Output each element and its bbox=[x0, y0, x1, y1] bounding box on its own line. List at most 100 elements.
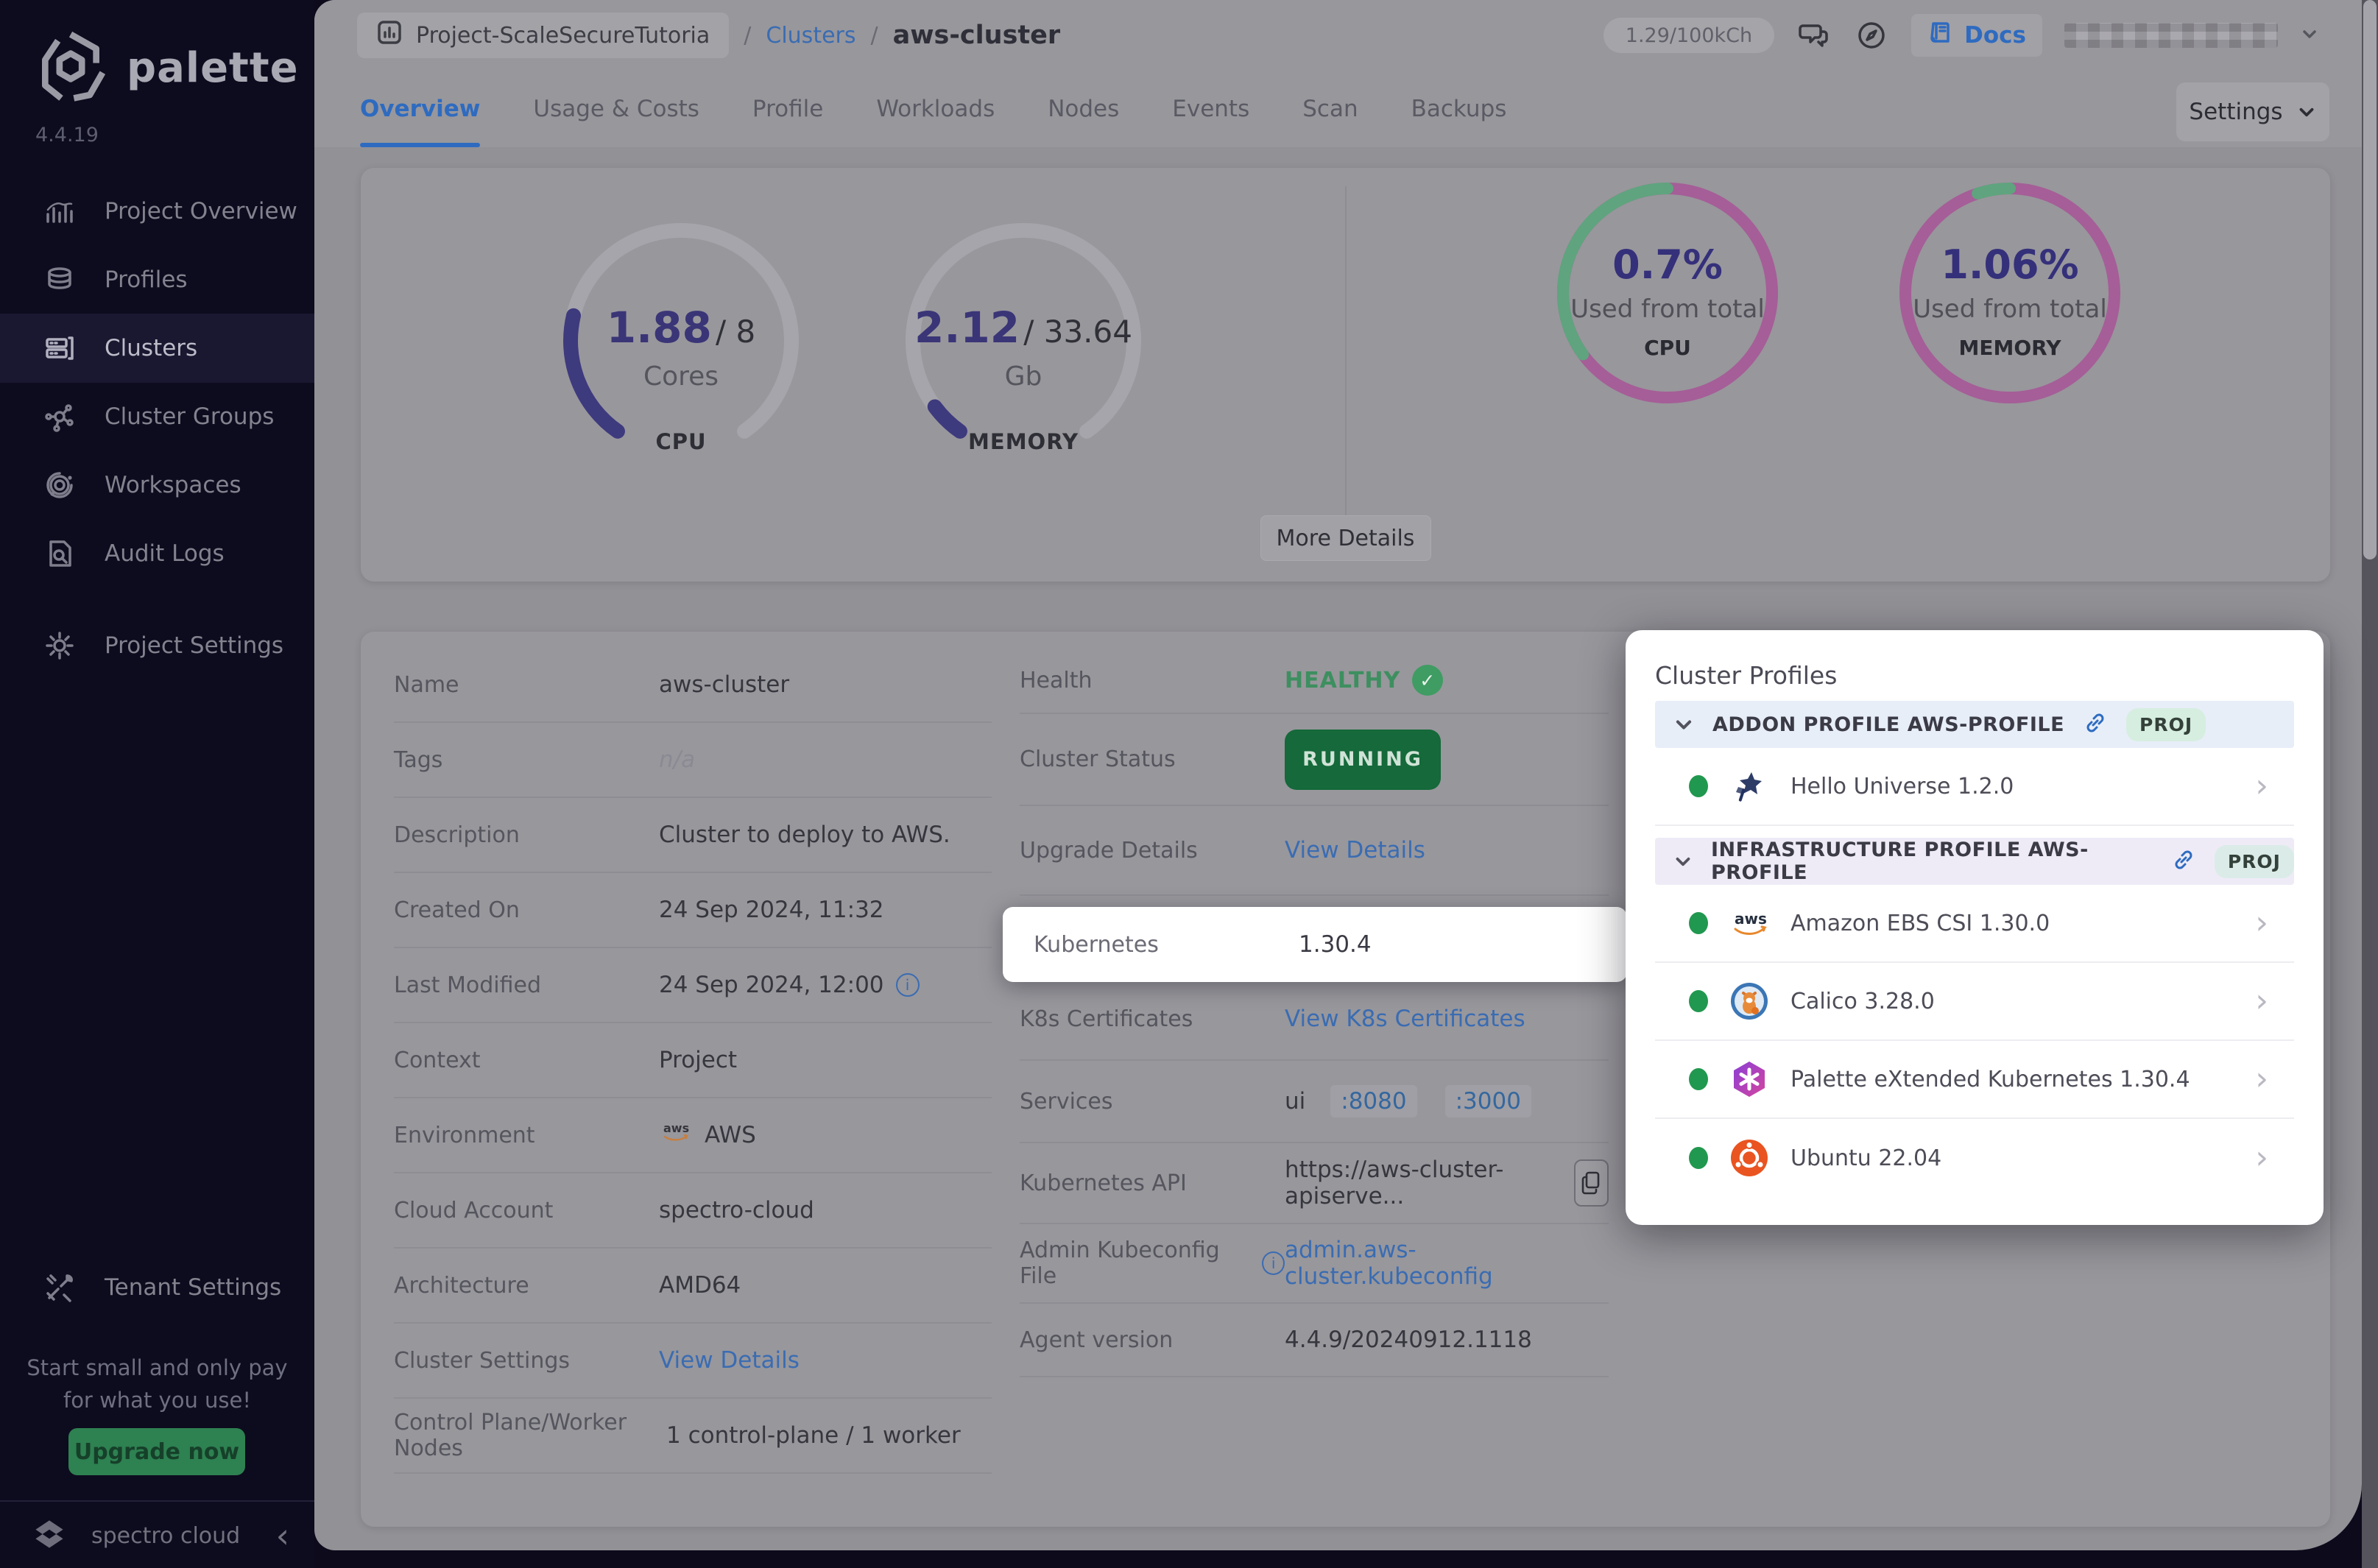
memory-donut-percent: 1.06% bbox=[1941, 241, 2079, 288]
layers-icon bbox=[43, 263, 77, 297]
status-dot bbox=[1689, 912, 1708, 934]
profile-layer-palette-extended-kubernetes[interactable]: Palette eXtended Kubernetes 1.30.4 › bbox=[1655, 1041, 2294, 1119]
chevron-right-icon[interactable]: › bbox=[2255, 907, 2268, 939]
row-label: Tags bbox=[394, 746, 443, 773]
chevron-right-icon[interactable]: › bbox=[2255, 985, 2268, 1017]
row-label: Context bbox=[394, 1047, 481, 1073]
more-details-button[interactable]: More Details bbox=[1260, 515, 1431, 561]
health-status-text: HEALTHY bbox=[1285, 667, 1401, 693]
detail-row-agent-version: Agent version 4.4.9/20240912.1118 bbox=[1020, 1304, 1609, 1377]
tab-backups[interactable]: Backups bbox=[1411, 71, 1507, 147]
view-k8s-certificates-link[interactable]: View K8s Certificates bbox=[1285, 1006, 1525, 1032]
breadcrumb-project-name: Project-ScaleSecureTutoria bbox=[416, 22, 710, 49]
status-badge: RUNNING bbox=[1285, 729, 1441, 790]
chevron-right-icon[interactable]: › bbox=[2255, 770, 2268, 802]
cluster-profiles-panel: Cluster Profiles ADDON PROFILE AWS-PROFI… bbox=[1626, 630, 2324, 1225]
row-label: Environment bbox=[394, 1122, 535, 1148]
addon-profile-header[interactable]: ADDON PROFILE AWS-PROFILE PROJ bbox=[1655, 701, 2294, 748]
info-icon[interactable]: i bbox=[1262, 1251, 1285, 1275]
cpu-donut-percent: 0.7% bbox=[1612, 241, 1723, 288]
row-value: aws-cluster bbox=[659, 671, 790, 698]
tab-nodes[interactable]: Nodes bbox=[1048, 71, 1119, 147]
tab-events[interactable]: Events bbox=[1172, 71, 1249, 147]
detail-row-kubeconfig: Admin Kubeconfig File i admin.aws-cluste… bbox=[1020, 1224, 1609, 1304]
memory-gauge: 2.12 / 33.64 Gb MEMORY bbox=[891, 208, 1156, 473]
row-label: Architecture bbox=[394, 1272, 529, 1299]
sidebar-item-workspaces[interactable]: Workspaces bbox=[0, 451, 314, 520]
breadcrumb-project-pill[interactable]: Project-ScaleSecureTutoria bbox=[357, 13, 730, 58]
upgrade-view-details-link[interactable]: View Details bbox=[1285, 837, 1425, 864]
docs-button[interactable]: Docs bbox=[1911, 14, 2042, 57]
row-value: n/a bbox=[659, 746, 696, 773]
user-menu-chevron-icon[interactable] bbox=[2300, 24, 2319, 46]
profile-layer-amazon-ebs-csi[interactable]: aws Amazon EBS CSI 1.30.0 › bbox=[1655, 885, 2294, 963]
tab-scan[interactable]: Scan bbox=[1302, 71, 1358, 147]
kubernetes-version-spotlight-row[interactable]: Kubernetes 1.30.4 bbox=[1003, 907, 1627, 982]
audit-logs-icon bbox=[43, 537, 77, 571]
row-label: K8s Certificates bbox=[1020, 1006, 1193, 1032]
copy-icon[interactable] bbox=[1573, 1159, 1609, 1207]
sidebar-item-audit-logs[interactable]: Audit Logs bbox=[0, 519, 314, 588]
svg-text:aws: aws bbox=[663, 1121, 689, 1135]
check-circle-icon: ✓ bbox=[1412, 665, 1444, 696]
chat-icon[interactable] bbox=[1796, 18, 1832, 53]
memory-total-value: / 33.64 bbox=[1023, 314, 1132, 350]
status-dot bbox=[1689, 1068, 1708, 1090]
tab-profile[interactable]: Profile bbox=[752, 71, 823, 147]
row-label: Health bbox=[1020, 667, 1093, 693]
settings-dropdown-button[interactable]: Settings bbox=[2176, 82, 2329, 141]
profile-layer-hello-universe[interactable]: Hello Universe 1.2.0 › bbox=[1655, 748, 2294, 826]
pxk-icon bbox=[1729, 1059, 1770, 1100]
kubernetes-label: Kubernetes bbox=[1034, 931, 1159, 958]
collapse-sidebar-icon[interactable]: ‹ bbox=[276, 1510, 289, 1561]
breadcrumb-clusters-link[interactable]: Clusters bbox=[766, 23, 855, 49]
sidebar-item-profiles[interactable]: Profiles bbox=[0, 245, 314, 314]
row-value: AWS bbox=[705, 1122, 756, 1148]
sidebar-item-clusters[interactable]: Clusters bbox=[0, 314, 314, 383]
profile-layer-ubuntu[interactable]: Ubuntu 22.04 › bbox=[1655, 1119, 2294, 1197]
chevron-right-icon[interactable]: › bbox=[2255, 1063, 2268, 1095]
sidebar-item-tenant-settings[interactable]: Tenant Settings bbox=[0, 1253, 314, 1322]
row-label: Services bbox=[1020, 1088, 1113, 1115]
kubeconfig-download-link[interactable]: admin.aws-cluster.kubeconfig bbox=[1285, 1237, 1609, 1290]
scrollbar-track[interactable] bbox=[2362, 0, 2378, 1568]
row-label: Agent version bbox=[1020, 1327, 1174, 1353]
tab-overview[interactable]: Overview bbox=[360, 71, 481, 147]
help-compass-icon[interactable] bbox=[1854, 18, 1889, 53]
link-icon[interactable] bbox=[2170, 847, 2197, 876]
detail-row-health: Health HEALTHY ✓ bbox=[1020, 648, 1609, 714]
sidebar-item-project-overview[interactable]: Project Overview bbox=[0, 177, 314, 246]
calico-icon bbox=[1729, 981, 1770, 1022]
infrastructure-profile-header[interactable]: INFRASTRUCTURE PROFILE AWS-PROFILE PROJ bbox=[1655, 838, 2294, 885]
details-left-column: Name aws-cluster Tags n/a Description Cl… bbox=[394, 648, 992, 1474]
sidebar-item-cluster-groups[interactable]: Cluster Groups bbox=[0, 382, 314, 451]
detail-row-k8s-certificates: K8s Certificates View K8s Certificates bbox=[1020, 978, 1609, 1061]
chevron-right-icon[interactable]: › bbox=[2255, 1142, 2268, 1174]
service-port-link[interactable]: :3000 bbox=[1444, 1085, 1531, 1117]
info-icon[interactable]: i bbox=[895, 973, 920, 997]
link-icon[interactable] bbox=[2082, 710, 2109, 739]
scrollbar-thumb[interactable] bbox=[2363, 0, 2377, 559]
sidebar-item-project-settings[interactable]: Project Settings bbox=[0, 611, 314, 680]
header-actions: 1.29/100kCh Docs bbox=[1603, 0, 2319, 71]
detail-row-tags: Tags n/a bbox=[394, 723, 992, 798]
profile-layer-calico[interactable]: Calico 3.28.0 › bbox=[1655, 963, 2294, 1041]
row-value: 1 control-plane / 1 worker bbox=[666, 1422, 961, 1449]
sidebar-item-label: Audit Logs bbox=[105, 540, 225, 567]
tab-usage-costs[interactable]: Usage & Costs bbox=[533, 71, 699, 147]
sidebar-item-label: Clusters bbox=[105, 335, 198, 361]
row-label: Description bbox=[394, 822, 520, 848]
cpu-gauge: 1.88 / 8 Cores CPU bbox=[548, 208, 814, 473]
api-url-text: https://aws-cluster-apiserve... bbox=[1285, 1156, 1504, 1209]
book-icon bbox=[1927, 19, 1954, 52]
settings-label: Settings bbox=[2189, 99, 2283, 125]
upgrade-now-button[interactable]: Upgrade now bbox=[68, 1428, 245, 1475]
detail-row-cluster-settings: Cluster Settings View Details bbox=[394, 1324, 992, 1399]
tab-workloads[interactable]: Workloads bbox=[876, 71, 995, 147]
service-port-link[interactable]: :8080 bbox=[1330, 1085, 1417, 1117]
row-value: spectro-cloud bbox=[659, 1197, 814, 1223]
cluster-settings-view-details-link[interactable]: View Details bbox=[659, 1347, 800, 1374]
memory-unit: Gb bbox=[1004, 361, 1042, 392]
palette-logo-icon bbox=[32, 28, 109, 107]
service-name: ui bbox=[1285, 1088, 1306, 1115]
